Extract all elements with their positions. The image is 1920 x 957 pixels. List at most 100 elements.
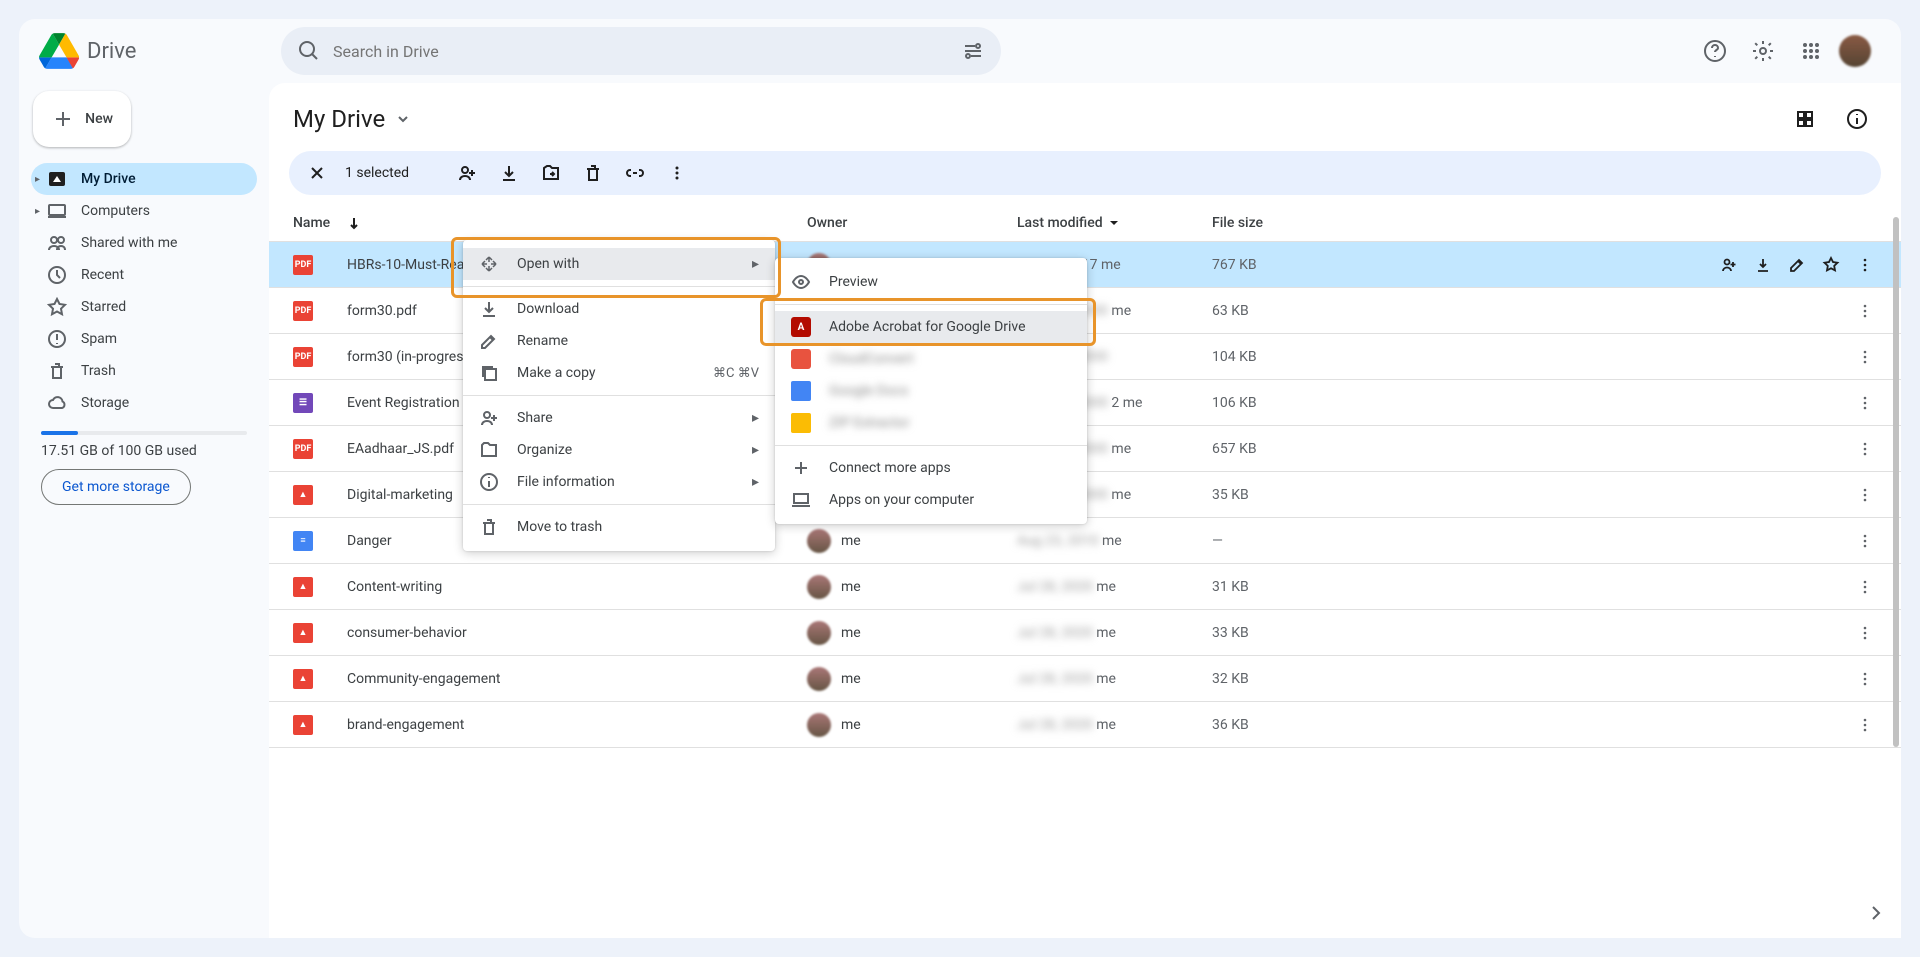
info-icon[interactable] (1837, 99, 1877, 139)
submenu-adobe[interactable]: A Adobe Acrobat for Google Drive (775, 311, 1087, 343)
account-avatar[interactable] (1839, 35, 1871, 67)
file-name: brand-engagement (347, 717, 807, 733)
file-row[interactable]: ▲consumer-behavior me Jul 28, 2020 me 33… (269, 610, 1901, 656)
row-more-icon[interactable] (1851, 705, 1879, 745)
preview-icon (791, 272, 811, 292)
info-icon (479, 472, 499, 492)
new-button[interactable]: New (33, 91, 131, 147)
menu-file-info[interactable]: File information ▸ (463, 466, 775, 498)
menu-rename[interactable]: Rename (463, 325, 775, 357)
row-more-icon[interactable] (1851, 383, 1879, 423)
row-rename-icon[interactable] (1783, 245, 1811, 285)
menu-trash[interactable]: Move to trash (463, 511, 775, 543)
file-size: 35 KB (1212, 487, 1402, 503)
link-icon[interactable] (621, 153, 649, 193)
download-icon[interactable] (495, 153, 523, 193)
nav-trash[interactable]: Trash (31, 355, 257, 387)
row-more-icon[interactable] (1851, 567, 1879, 607)
close-selection-icon[interactable] (303, 159, 331, 187)
sort-arrow-icon[interactable] (346, 215, 362, 231)
owner-name: me (841, 533, 861, 549)
file-size: 32 KB (1212, 671, 1402, 687)
row-more-icon[interactable] (1851, 245, 1879, 285)
star-icon (47, 297, 67, 317)
copy-icon (479, 363, 499, 383)
plus-icon (51, 107, 73, 131)
menu-copy[interactable]: Make a copy ⌘C ⌘V (463, 357, 775, 389)
logo-area[interactable]: Drive (19, 19, 269, 83)
menu-share[interactable]: Share ▸ (463, 402, 775, 434)
nav-recent[interactable]: Recent (31, 259, 257, 291)
storage-text: 17.51 GB of 100 GB used (41, 443, 247, 459)
modified-date: Jul 28, 2020 me (1017, 671, 1212, 687)
get-storage-button[interactable]: Get more storage (41, 469, 191, 505)
filter-icon[interactable] (961, 39, 985, 63)
menu-open-with[interactable]: Open with ▸ (463, 248, 775, 280)
file-size: 767 KB (1212, 257, 1402, 273)
more-actions-icon[interactable] (663, 153, 691, 193)
file-type-icon: ☰ (293, 393, 313, 413)
search-input[interactable] (333, 42, 961, 61)
apps-icon[interactable] (1791, 31, 1831, 71)
share-icon[interactable] (453, 153, 481, 193)
file-size: 36 KB (1212, 717, 1402, 733)
menu-organize[interactable]: Organize ▸ (463, 434, 775, 466)
breadcrumb[interactable]: My Drive (293, 105, 413, 133)
file-size: 33 KB (1212, 625, 1402, 641)
submenu-connect[interactable]: Connect more apps (775, 452, 1087, 484)
nav-starred[interactable]: Starred (31, 291, 257, 323)
row-more-icon[interactable] (1851, 337, 1879, 377)
download-icon (479, 299, 499, 319)
row-more-icon[interactable] (1851, 613, 1879, 653)
nav-computers[interactable]: ▸ Computers (31, 195, 257, 227)
submenu-computer[interactable]: Apps on your computer (775, 484, 1087, 516)
row-share-icon[interactable] (1715, 245, 1743, 285)
row-more-icon[interactable] (1851, 291, 1879, 331)
submenu-cloud[interactable]: CloudConvert (775, 343, 1087, 375)
help-icon[interactable] (1695, 31, 1735, 71)
row-more-icon[interactable] (1851, 521, 1879, 561)
chevron-down-icon[interactable] (1107, 216, 1121, 230)
owner-name: me (841, 625, 861, 641)
zip-icon (791, 413, 811, 433)
drive-icon (47, 169, 67, 189)
row-download-icon[interactable] (1749, 245, 1777, 285)
nav-spam[interactable]: Spam (31, 323, 257, 355)
delete-icon[interactable] (579, 153, 607, 193)
submenu-preview[interactable]: Preview (775, 266, 1087, 298)
file-size: 657 KB (1212, 441, 1402, 457)
row-more-icon[interactable] (1851, 475, 1879, 515)
search-box[interactable] (281, 27, 1001, 75)
menu-download[interactable]: Download (463, 293, 775, 325)
search-icon (297, 39, 321, 63)
row-more-icon[interactable] (1851, 659, 1879, 699)
recent-icon (47, 265, 67, 285)
settings-icon[interactable] (1743, 31, 1783, 71)
file-row[interactable]: ▲brand-engagement me Jul 28, 2020 me 36 … (269, 702, 1901, 748)
file-size: — (1212, 533, 1402, 549)
file-size: 31 KB (1212, 579, 1402, 595)
submenu-zip[interactable]: ZIP Extractor (775, 407, 1087, 439)
grid-view-icon[interactable] (1785, 99, 1825, 139)
trash-icon (479, 517, 499, 537)
file-type-icon: PDF (293, 439, 313, 459)
file-row[interactable]: ▲Community-engagement me Jul 28, 2020 me… (269, 656, 1901, 702)
submenu-gdocs[interactable]: Google Docs (775, 375, 1087, 407)
nav-my-drive[interactable]: ▸ My Drive (31, 163, 257, 195)
move-icon[interactable] (537, 153, 565, 193)
row-star-icon[interactable] (1817, 245, 1845, 285)
adobe-icon: A (791, 317, 811, 337)
nav-storage[interactable]: Storage (31, 387, 257, 419)
spam-icon (47, 329, 67, 349)
open-with-icon (479, 254, 499, 274)
side-panel-toggle-icon[interactable] (1864, 901, 1888, 925)
file-row[interactable]: ▲Content-writing me Jul 28, 2020 me 31 K… (269, 564, 1901, 610)
scrollbar[interactable] (1891, 217, 1901, 753)
plus-icon (791, 458, 811, 478)
open-with-submenu: Preview A Adobe Acrobat for Google Drive… (775, 258, 1087, 524)
modified-date: Jul 28, 2020 me (1017, 625, 1212, 641)
row-more-icon[interactable] (1851, 429, 1879, 469)
share-icon (479, 408, 499, 428)
nav-shared[interactable]: Shared with me (31, 227, 257, 259)
file-size: 104 KB (1212, 349, 1402, 365)
